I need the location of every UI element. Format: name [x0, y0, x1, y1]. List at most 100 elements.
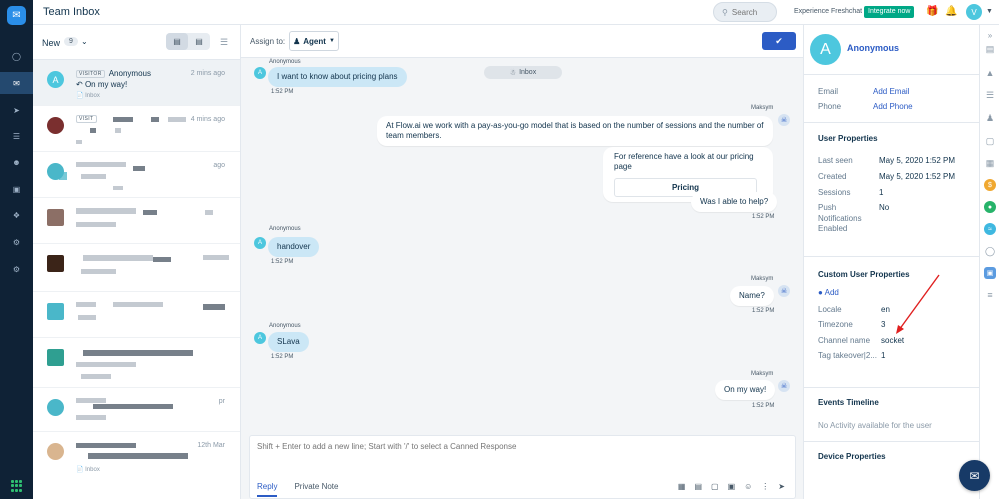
wave-app-icon[interactable]: ≈: [984, 223, 996, 235]
redacted-text: [76, 398, 106, 403]
conversation-inbox: 📄 Inbox: [76, 467, 100, 473]
avatar: A: [254, 67, 266, 79]
redacted-text: [205, 210, 213, 215]
tab-reply[interactable]: Reply: [257, 482, 278, 497]
bots-icon[interactable]: ⚙: [0, 231, 33, 253]
avatar: A: [254, 237, 266, 249]
list-header: New 9 ⌄ ▤ ▤ ☰: [33, 25, 240, 60]
settings-icon[interactable]: ⚙: [0, 258, 33, 280]
tab-private-note[interactable]: Private Note: [294, 482, 338, 497]
expanded-view-icon[interactable]: ▤: [166, 33, 188, 50]
redacted-text: [76, 415, 106, 420]
conversation-item[interactable]: ago: [33, 152, 240, 198]
more-options-icon[interactable]: ⋮: [761, 482, 769, 491]
inbox-icon[interactable]: ✉: [0, 72, 33, 94]
message-time: 1:52 PM: [271, 259, 294, 265]
notification-bell-icon[interactable]: 🔔: [945, 6, 957, 17]
inbox-pill: ☃ Inbox: [484, 66, 562, 79]
conversation-item[interactable]: 📄 Inbox 12th Mar: [33, 432, 240, 479]
attachment-icon[interactable]: ▢: [711, 482, 719, 491]
knowledge-base-icon[interactable]: ☰: [0, 125, 33, 147]
redacted-text: [115, 128, 121, 133]
message-time: 1:52 PM: [752, 308, 775, 314]
conversation-preview: ↶ On my way!: [76, 80, 127, 89]
blue-app-icon[interactable]: ▣: [984, 267, 996, 279]
freshchat-logo-icon[interactable]: ✉: [7, 6, 26, 25]
analytics-icon[interactable]: ▲: [984, 67, 996, 79]
redacted-text: [113, 302, 163, 307]
avatar: [47, 117, 64, 134]
integrations-icon[interactable]: ❖: [0, 204, 33, 226]
shield-app-icon[interactable]: ◯: [984, 245, 996, 257]
chevron-down-icon[interactable]: ▼: [986, 8, 993, 15]
conversation-item[interactable]: VISIT 4 mins ago: [33, 106, 240, 152]
inbox-icon: ☃: [509, 69, 517, 77]
campaigns-icon[interactable]: ➤: [0, 99, 33, 121]
redacted-text: [76, 362, 136, 367]
avatar: [47, 399, 64, 416]
message-bubble: handover: [268, 237, 320, 257]
redacted-text: [113, 186, 123, 190]
grid-icon[interactable]: ▦: [984, 157, 996, 169]
conversation-item[interactable]: pr: [33, 388, 240, 432]
timeline-icon[interactable]: ☰: [984, 89, 996, 101]
resolve-button[interactable]: ✔: [762, 32, 796, 50]
check-icon: ✔: [775, 35, 783, 46]
emoji-icon[interactable]: ☺: [744, 482, 752, 491]
conversation-item[interactable]: [33, 198, 240, 244]
integrate-now-button[interactable]: Integrate now: [864, 6, 915, 18]
visitor-badge: VISIT: [76, 115, 97, 123]
bot-avatar-icon: ☠: [778, 380, 790, 392]
chat-widget-button[interactable]: ✉: [959, 460, 990, 491]
profile-icon[interactable]: ▤: [984, 43, 996, 55]
redacted-text: [168, 117, 186, 122]
message-bubble: SLava: [268, 332, 309, 352]
person-icon[interactable]: ♟: [984, 112, 996, 124]
calendar-icon[interactable]: ▦: [678, 482, 686, 491]
reports-icon[interactable]: ▣: [0, 178, 33, 200]
send-icon[interactable]: ➤: [778, 482, 785, 491]
view-toggle[interactable]: ▤ ▤: [166, 33, 210, 50]
message-sender: Maksym: [751, 276, 774, 282]
conversation-item[interactable]: [33, 292, 240, 338]
sliders-icon[interactable]: ≡: [984, 289, 996, 301]
conversation-name-row: VISITOR Anonymous: [76, 69, 151, 78]
redacted-text: [81, 269, 116, 274]
redacted-text: [81, 174, 106, 179]
conversation-item[interactable]: A VISITOR Anonymous ↶ On my way! 📄 Inbox…: [33, 60, 240, 106]
experience-freshchat-link[interactable]: Experience Freshchat: [794, 8, 862, 15]
redacted-text: [83, 255, 153, 261]
search-box[interactable]: ⚲: [713, 2, 777, 22]
tickets-icon[interactable]: ▢: [984, 135, 996, 147]
assign-agent-dropdown[interactable]: ♟ Agent ▼: [289, 31, 339, 51]
apps-grid-icon[interactable]: [11, 480, 23, 492]
conversation-time: ago: [213, 162, 225, 169]
canned-response-icon[interactable]: ▤: [694, 482, 702, 491]
chevron-down-icon: ▼: [328, 38, 335, 44]
conversation-name: Anonymous: [108, 69, 151, 78]
support-app-icon[interactable]: ●: [984, 201, 996, 213]
chat-bubble-icon: ✉: [969, 468, 980, 483]
dashboard-icon[interactable]: ◯: [0, 45, 33, 67]
conversation-item[interactable]: [33, 338, 240, 388]
redacted-text: [151, 117, 159, 122]
conversation-item[interactable]: [33, 244, 240, 292]
assign-label: Assign to:: [250, 37, 286, 46]
compact-view-icon[interactable]: ▤: [188, 33, 210, 50]
conversation-count-badge: 9: [64, 37, 78, 46]
annotation-arrow: [896, 274, 940, 334]
dollar-app-icon[interactable]: $: [984, 179, 996, 191]
list-menu-icon[interactable]: ☰: [220, 37, 228, 48]
message-bubble: At Flow.ai we work with a pay-as-you-go …: [377, 116, 773, 146]
image-icon[interactable]: ▣: [728, 482, 736, 491]
reply-input[interactable]: [257, 442, 787, 466]
gift-icon[interactable]: 🎁: [926, 6, 938, 17]
chevron-down-icon[interactable]: ⌄: [81, 37, 88, 46]
user-avatar[interactable]: V: [966, 4, 982, 20]
preview-text: On my way!: [84, 80, 128, 89]
contacts-icon[interactable]: ☻: [0, 151, 33, 173]
search-input[interactable]: [731, 7, 772, 17]
filter-label[interactable]: New: [42, 38, 60, 48]
collapse-chevron-icon[interactable]: »: [984, 29, 996, 41]
redacted-text: [203, 255, 229, 260]
